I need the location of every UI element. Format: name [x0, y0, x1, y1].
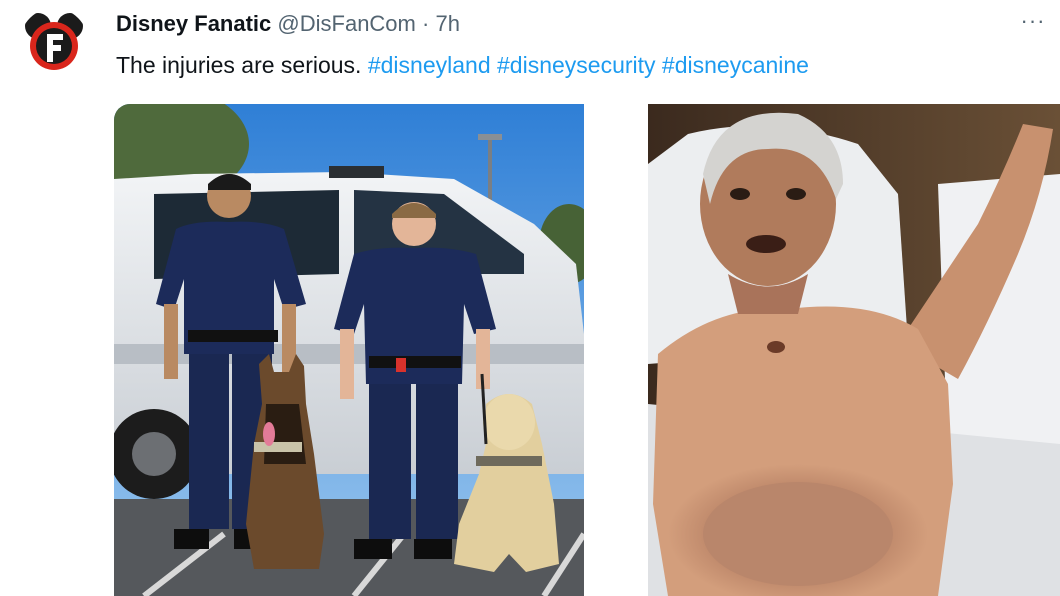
- injured-man-in-bed-photo[interactable]: [648, 104, 1060, 596]
- more-options-icon[interactable]: ···: [1018, 6, 1048, 36]
- author-avatar[interactable]: [20, 8, 88, 76]
- hashtag-disneycanine[interactable]: #disneycanine: [662, 52, 809, 78]
- tweet-header: Disney Fanatic @DisFanCom · 7h: [116, 10, 460, 38]
- author-name[interactable]: Disney Fanatic: [116, 11, 271, 36]
- hashtag-disneyland[interactable]: #disneyland: [368, 52, 491, 78]
- tweet-text: The injuries are serious. #disneyland #d…: [116, 50, 809, 80]
- tweet-text-plain: The injuries are serious.: [116, 52, 362, 78]
- disney-fanatic-logo-icon: [20, 8, 88, 76]
- tweet-timestamp[interactable]: 7h: [435, 11, 459, 36]
- hashtag-disneysecurity[interactable]: #disneysecurity: [497, 52, 656, 78]
- injured-man-in-bed-image: [648, 104, 1060, 596]
- tweet[interactable]: Disney Fanatic @DisFanCom · 7h ··· The i…: [0, 0, 1060, 596]
- tweet-media: [114, 104, 1060, 596]
- author-handle[interactable]: @DisFanCom: [277, 11, 415, 36]
- security-officers-with-dogs-photo[interactable]: [114, 104, 584, 596]
- media-gap: [584, 104, 648, 596]
- separator-dot: ·: [422, 11, 430, 36]
- security-officers-with-dogs-image: [114, 104, 584, 596]
